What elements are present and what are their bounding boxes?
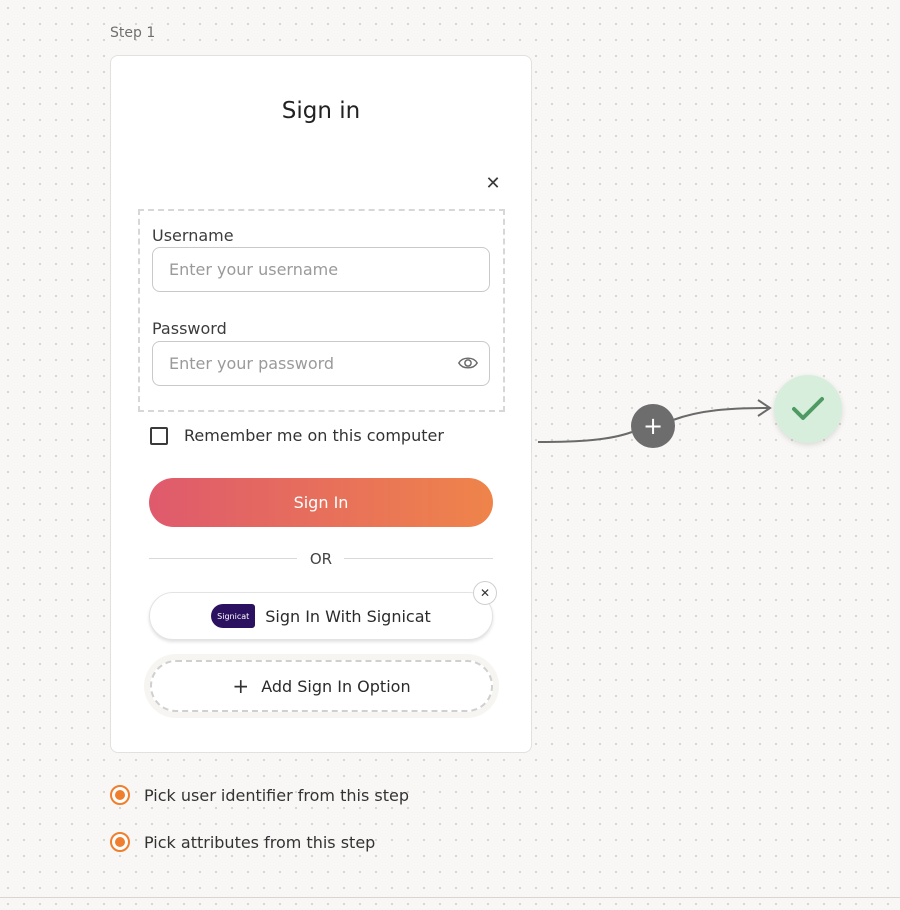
end-success-node[interactable]: [774, 375, 842, 443]
flow-connector: [537, 399, 772, 443]
pick-attributes-label: Pick attributes from this step: [144, 832, 376, 852]
pick-user-identifier-label: Pick user identifier from this step: [144, 785, 409, 805]
pick-attributes-radio[interactable]: [110, 832, 130, 852]
check-icon: [792, 397, 824, 420]
pick-user-identifier-option[interactable]: Pick user identifier from this step: [110, 785, 409, 805]
pick-attributes-option[interactable]: Pick attributes from this step: [110, 832, 375, 852]
add-step-plus-icon[interactable]: +: [631, 404, 675, 448]
pick-user-identifier-radio[interactable]: [110, 785, 130, 805]
bottom-divider: [0, 897, 900, 898]
